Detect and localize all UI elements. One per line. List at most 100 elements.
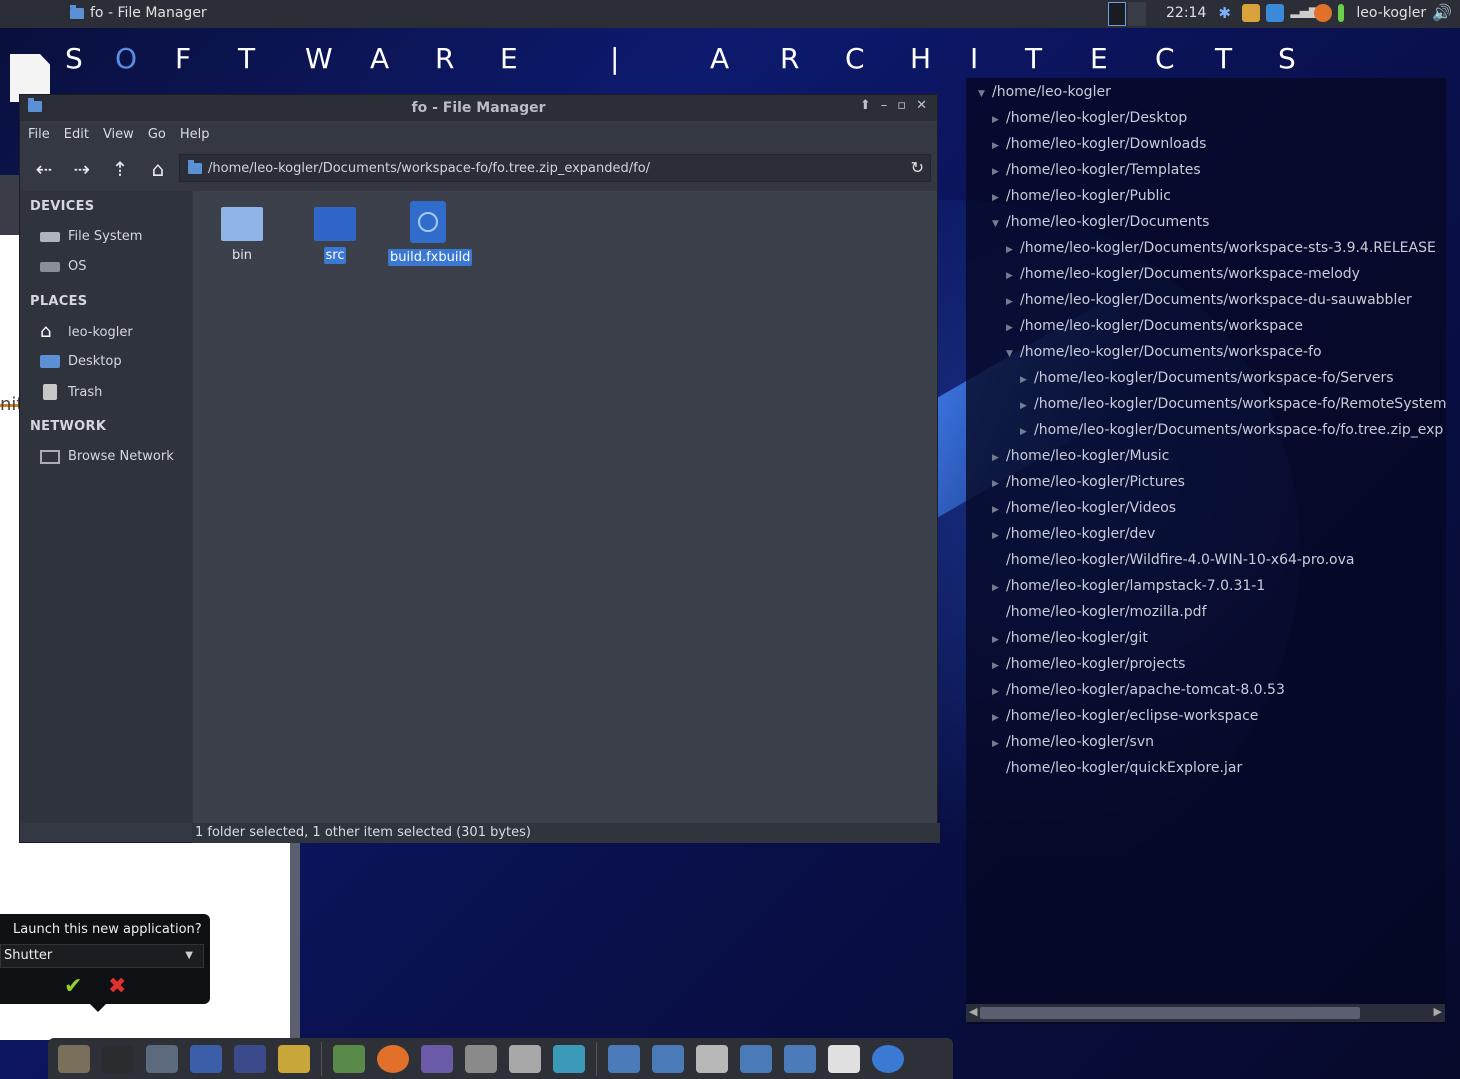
collapsed-arrow-icon[interactable]: ▶: [1020, 394, 1030, 418]
firefox-icon[interactable]: [373, 1041, 413, 1077]
pictures-folder-icon[interactable]: [780, 1041, 820, 1077]
volume-icon[interactable]: 🔊: [1432, 3, 1452, 22]
reload-icon[interactable]: ↻: [911, 158, 924, 177]
file-item-src[interactable]: src: [295, 207, 375, 264]
tree-horizontal-scrollbar[interactable]: ◀ ▶: [966, 1004, 1445, 1022]
directory-tree-panel[interactable]: ▼/home/leo-kogler ▶/home/leo-kogler/Deskt…: [966, 78, 1446, 1024]
tree-row[interactable]: ▶/home/leo-kogler/git: [992, 626, 1148, 650]
expanded-arrow-icon[interactable]: ▼: [1006, 342, 1016, 366]
pidgin-icon[interactable]: [417, 1041, 457, 1077]
collapsed-arrow-icon[interactable]: ▶: [1006, 290, 1016, 314]
collapsed-arrow-icon[interactable]: ▶: [992, 680, 1002, 704]
collapsed-arrow-icon[interactable]: ▶: [1020, 420, 1030, 444]
tree-row[interactable]: ▶/home/leo-kogler/Documents/workspace-du…: [1006, 288, 1412, 312]
sidebar-item-browse-network[interactable]: Browse Network: [40, 449, 174, 464]
minimize-button[interactable]: –: [881, 98, 888, 113]
file-view[interactable]: bin src build.fxbuild: [193, 191, 937, 823]
tree-row[interactable]: ▶/home/leo-kogler/dev: [992, 522, 1155, 546]
browser-icon[interactable]: [549, 1041, 589, 1077]
collapsed-arrow-icon[interactable]: ▶: [992, 524, 1002, 548]
sidebar-item-os[interactable]: OS: [40, 259, 86, 274]
back-arrow-icon[interactable]: ⇠: [30, 155, 58, 183]
tree-row[interactable]: ▶/home/leo-kogler/Videos: [992, 496, 1176, 520]
tree-row[interactable]: ▶/home/leo-kogler/Documents/workspace-fo…: [1020, 418, 1443, 442]
location-path[interactable]: /home/leo-kogler/Documents/workspace-fo/…: [208, 161, 650, 176]
tree-row[interactable]: /home/leo-kogler/mozilla.pdf: [992, 600, 1207, 624]
package-icon[interactable]: [1242, 3, 1261, 22]
collapsed-arrow-icon[interactable]: ▶: [992, 706, 1002, 730]
tree-row[interactable]: /home/leo-kogler/quickExplore.jar: [992, 756, 1242, 780]
tree-row[interactable]: ▶/home/leo-kogler/eclipse-workspace: [992, 704, 1258, 728]
user-name[interactable]: leo-kogler: [1356, 5, 1426, 21]
scroll-left-icon[interactable]: ◀: [969, 1005, 977, 1018]
tree-row[interactable]: ▼/home/leo-kogler: [978, 80, 1111, 104]
usb-icon[interactable]: [824, 1041, 864, 1077]
home-folder-icon[interactable]: [604, 1041, 644, 1077]
application-select[interactable]: Shutter ▼: [0, 944, 204, 968]
collapsed-arrow-icon[interactable]: ▶: [992, 108, 1002, 132]
home-icon[interactable]: ⌂: [144, 155, 172, 183]
collapsed-arrow-icon[interactable]: ▶: [992, 160, 1002, 184]
tree-row[interactable]: ▶/home/leo-kogler/Downloads: [992, 132, 1206, 156]
bluetooth-icon[interactable]: ✱: [1218, 4, 1236, 22]
signal-icon[interactable]: ▂▄▆: [1290, 4, 1318, 22]
menu-view[interactable]: View: [103, 127, 134, 142]
wireshark-icon[interactable]: [142, 1041, 182, 1077]
tree-row[interactable]: ▶/home/leo-kogler/Documents/workspace: [1006, 314, 1303, 338]
collapsed-arrow-icon[interactable]: ▶: [1020, 368, 1030, 392]
confirm-check-icon[interactable]: ✔: [64, 974, 82, 999]
tree-row[interactable]: ▶/home/leo-kogler/Pictures: [992, 470, 1185, 494]
collapsed-arrow-icon[interactable]: ▶: [992, 498, 1002, 522]
tree-row[interactable]: ▼/home/leo-kogler/Documents: [992, 210, 1209, 234]
documents-folder-icon[interactable]: [648, 1041, 688, 1077]
taskbar-item-file-manager[interactable]: fo - File Manager: [70, 4, 207, 21]
menu-help[interactable]: Help: [180, 127, 210, 142]
collapsed-arrow-icon[interactable]: ▶: [1006, 238, 1016, 262]
tree-row[interactable]: ▶/home/leo-kogler/apache-tomcat-8.0.53: [992, 678, 1285, 702]
tree-row[interactable]: ▶/home/leo-kogler/lampstack-7.0.31-1: [992, 574, 1265, 598]
collapsed-arrow-icon[interactable]: ▶: [1006, 264, 1016, 288]
tree-row[interactable]: /home/leo-kogler/Wildfire-4.0-WIN-10-x64…: [992, 548, 1354, 572]
forward-arrow-icon[interactable]: ⇢: [68, 155, 96, 183]
installer-icon[interactable]: [505, 1041, 545, 1077]
sidebar-item-file-system[interactable]: File System: [40, 229, 142, 244]
collapsed-arrow-icon[interactable]: ▶: [1006, 316, 1016, 340]
tree-row[interactable]: ▼/home/leo-kogler/Documents/workspace-fo: [1006, 340, 1322, 364]
collapsed-arrow-icon[interactable]: ▶: [992, 446, 1002, 470]
window-titlebar[interactable]: fo - File Manager ⬆ – ▫ ✕: [20, 95, 937, 121]
location-bar[interactable]: /home/leo-kogler/Documents/workspace-fo/…: [179, 154, 931, 182]
battery-icon[interactable]: [1338, 3, 1345, 22]
search-icon[interactable]: [692, 1041, 732, 1077]
menu-file[interactable]: File: [28, 127, 50, 142]
workspace-2[interactable]: [1128, 2, 1146, 26]
scroll-right-icon[interactable]: ▶: [1434, 1005, 1442, 1018]
collapsed-arrow-icon[interactable]: ▶: [992, 732, 1002, 756]
workspace-1[interactable]: [1108, 2, 1126, 26]
collapsed-arrow-icon[interactable]: ▶: [992, 472, 1002, 496]
tree-row[interactable]: ▶/home/leo-kogler/Music: [992, 444, 1169, 468]
maximize-button[interactable]: ▫: [897, 98, 906, 113]
tree-row[interactable]: ▶/home/leo-kogler/projects: [992, 652, 1185, 676]
collapsed-arrow-icon[interactable]: ▶: [992, 654, 1002, 678]
mail-icon[interactable]: [329, 1041, 369, 1077]
help-icon[interactable]: [461, 1041, 501, 1077]
collapsed-arrow-icon[interactable]: ▶: [992, 134, 1002, 158]
expanded-arrow-icon[interactable]: ▼: [992, 212, 1002, 236]
tree-row[interactable]: ▶/home/leo-kogler/Documents/workspace-me…: [1006, 262, 1360, 286]
tree-row[interactable]: ▶/home/leo-kogler/Templates: [992, 158, 1201, 182]
menu-edit[interactable]: Edit: [64, 127, 89, 142]
clock[interactable]: 22:14: [1166, 5, 1206, 21]
tree-row[interactable]: ▶/home/leo-kogler/Documents/workspace-fo…: [1020, 392, 1446, 416]
scrollbar-thumb[interactable]: [980, 1007, 1360, 1019]
terminal-icon[interactable]: [98, 1041, 138, 1077]
tree-row[interactable]: ▶/home/leo-kogler/svn: [992, 730, 1154, 754]
file-item-bin[interactable]: bin: [202, 207, 282, 264]
sidebar-item-trash[interactable]: Trash: [40, 384, 102, 400]
update-icon[interactable]: [1314, 3, 1333, 22]
up-arrow-icon[interactable]: ⇡: [106, 155, 134, 183]
file-manager-window[interactable]: fo - File Manager ⬆ – ▫ ✕ File Edit View…: [19, 94, 940, 843]
tree-row[interactable]: ▶/home/leo-kogler/Public: [992, 184, 1171, 208]
network-manager-icon[interactable]: [1266, 3, 1285, 22]
close-button[interactable]: ✕: [916, 98, 927, 113]
sidebar-item-home[interactable]: ⌂ leo-kogler: [40, 323, 133, 341]
